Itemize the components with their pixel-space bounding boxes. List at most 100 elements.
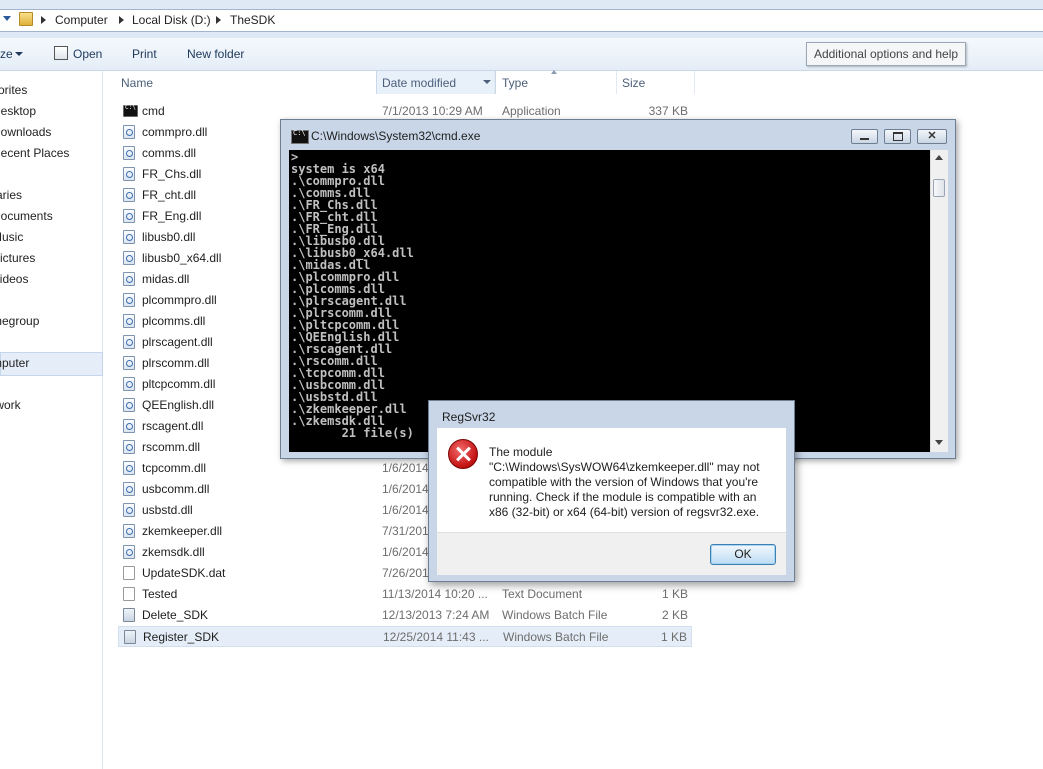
column-divider[interactable] (694, 71, 695, 94)
file-size: 1 KB (661, 587, 688, 601)
crumb-separator-icon[interactable] (119, 16, 124, 24)
file-name: FR_cht.dll (142, 188, 197, 202)
nav-item-pictures[interactable]: Pictures (0, 251, 35, 265)
crumb-computer[interactable]: Computer (55, 13, 108, 27)
application-icon (123, 104, 138, 117)
dll-file-icon (123, 167, 135, 181)
file-name: usbcomm.dll (142, 482, 210, 496)
back-dropdown-icon[interactable] (3, 16, 11, 21)
column-header-name[interactable]: Name (121, 76, 153, 90)
file-name: comms.dll (142, 146, 197, 160)
file-date: 7/1/2013 10:29 AM (382, 104, 483, 118)
file-name: rscomm.dll (142, 440, 201, 454)
dll-file-icon (123, 272, 135, 286)
file-type: Text Document (502, 587, 583, 601)
error-icon (448, 439, 478, 469)
file-name: pltcpcomm.dll (142, 377, 216, 391)
dll-file-icon (123, 209, 135, 223)
file-name: zkemsdk.dll (142, 545, 205, 559)
nav-item-videos[interactable]: Videos (0, 272, 28, 286)
nav-item-homegroup[interactable]: megroup (0, 314, 39, 328)
maximize-icon (892, 131, 903, 141)
new-folder-button[interactable]: New folder (187, 47, 244, 61)
crumb-thesdk[interactable]: TheSDK (230, 13, 275, 27)
dialog-message-line1: The module (489, 445, 553, 459)
file-name: commpro.dll (142, 125, 208, 139)
dll-file-icon (123, 398, 135, 412)
close-icon: ✕ (927, 130, 937, 142)
text-file-icon (123, 566, 135, 580)
column-filter-dropdown-icon[interactable] (483, 80, 491, 84)
folder-icon (19, 12, 33, 26)
crumb-local-disk[interactable]: Local Disk (D:) (132, 13, 211, 27)
ok-button[interactable]: OK (710, 544, 776, 565)
dll-file-icon (123, 146, 135, 160)
nav-item-music[interactable]: Music (0, 230, 23, 244)
nav-item-recent-places[interactable]: Recent Places (0, 146, 69, 160)
scroll-thumb[interactable] (933, 179, 945, 197)
column-divider[interactable] (494, 71, 495, 94)
file-name: plcommpro.dll (142, 293, 217, 307)
minimize-button[interactable] (851, 129, 878, 144)
nav-item-libraries[interactable]: raries (0, 188, 22, 202)
dialog-message: The module "C:\Windows\SysWOW64\zkemkeep… (489, 445, 779, 520)
text-file-icon (123, 587, 135, 601)
batch-file-icon (123, 608, 135, 622)
file-name: Delete_SDK (142, 608, 209, 622)
address-bar[interactable]: Computer Local Disk (D:) TheSDK (0, 9, 1043, 32)
file-date: 1/6/2014 (382, 503, 429, 517)
nav-item-documents[interactable]: Documents (0, 209, 53, 223)
open-icon[interactable] (54, 46, 68, 60)
console-scrollbar[interactable] (930, 150, 948, 452)
column-header-type[interactable]: Type (502, 76, 528, 90)
dll-file-icon (123, 461, 135, 475)
nav-item-favorites[interactable]: vorites (0, 83, 27, 97)
nav-item-desktop[interactable]: Desktop (0, 104, 36, 118)
file-name: plrscomm.dll (142, 356, 210, 370)
file-name: midas.dll (142, 272, 190, 286)
scroll-down-icon[interactable] (935, 440, 943, 445)
file-name: rscagent.dll (142, 419, 204, 433)
maximize-button[interactable] (884, 129, 911, 144)
file-row[interactable]: Tested 11/13/2014 10:20 ... Text Document 1… (118, 584, 692, 605)
file-date: 1/6/2014 (382, 545, 429, 559)
file-name: zkemkeeper.dll (142, 524, 223, 538)
file-row[interactable]: Delete_SDK 12/13/2013 7:24 AM Windows Batc… (118, 605, 692, 626)
dll-file-icon (123, 125, 135, 139)
nav-item-network[interactable]: twork (0, 398, 21, 412)
organize-dropdown-icon[interactable] (15, 52, 23, 56)
file-type: Application (502, 104, 561, 118)
navigation-pane: vorites Desktop Downloads Recent Places … (0, 71, 103, 769)
minimize-icon (860, 137, 869, 140)
file-size: 1 KB (660, 630, 687, 644)
file-date: 11/13/2014 10:20 ... (382, 587, 488, 601)
dll-file-icon (123, 545, 135, 559)
error-dialog[interactable]: RegSvr32 The module "C:\Windows\SysWOW64… (428, 400, 795, 582)
crumb-separator-icon[interactable] (216, 16, 221, 24)
file-size: 337 KB (648, 104, 688, 118)
column-header-date[interactable]: Date modified (382, 76, 456, 90)
crumb-separator-icon[interactable] (41, 16, 46, 24)
close-button[interactable]: ✕ (917, 129, 947, 144)
organize-menu-button[interactable]: ze (0, 47, 13, 61)
dialog-footer: OK (437, 532, 786, 575)
file-name: libusb0_x64.dll (142, 251, 222, 265)
nav-item-computer[interactable]: mputer (0, 356, 29, 370)
file-date: 12/13/2013 7:24 AM (382, 608, 490, 622)
nav-item-downloads[interactable]: Downloads (0, 125, 51, 139)
file-name: Register_SDK (143, 630, 220, 644)
dll-file-icon (123, 314, 135, 328)
file-name: FR_Eng.dll (142, 209, 202, 223)
print-button[interactable]: Print (132, 47, 157, 61)
column-header-size[interactable]: Size (622, 76, 645, 90)
file-name: plrscagent.dll (142, 335, 213, 349)
file-date: 12/25/2014 11:43 ... (383, 630, 489, 644)
file-row[interactable]: Register_SDK 12/25/2014 11:43 ... Windows … (118, 626, 692, 647)
column-divider[interactable] (616, 71, 617, 94)
open-button[interactable]: Open (73, 47, 102, 61)
help-tooltip: Additional options and help (806, 42, 966, 66)
dll-file-icon (123, 377, 135, 391)
batch-file-icon (124, 630, 136, 644)
address-bar-area: Computer Local Disk (D:) TheSDK (0, 0, 1043, 38)
scroll-up-icon[interactable] (935, 155, 943, 160)
